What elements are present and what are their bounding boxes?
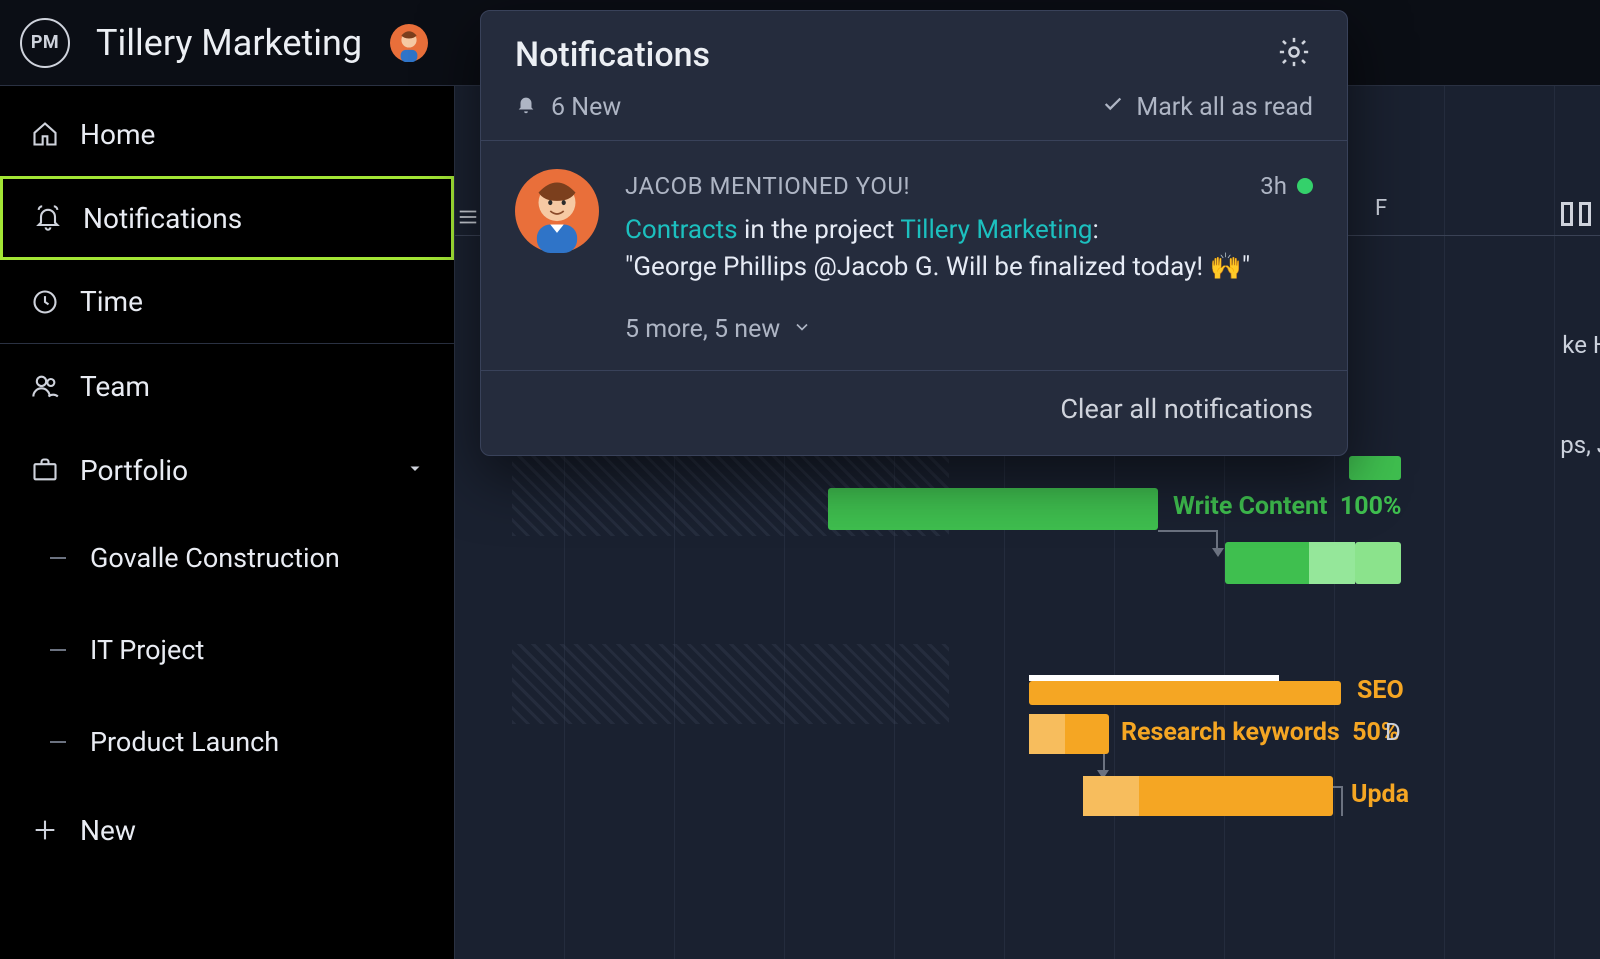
gantt-assignee-initial: D	[1385, 718, 1401, 746]
more-label: 5 more, 5 new	[625, 315, 780, 344]
unread-dot-icon	[1297, 178, 1313, 194]
notification-time: 3h	[1260, 169, 1313, 204]
user-avatar-small[interactable]	[390, 24, 428, 62]
timeline-icon[interactable]	[1558, 196, 1594, 232]
dash-icon	[50, 741, 66, 743]
app-logo-text: PM	[31, 32, 59, 53]
gantt-bar-label: Upda	[1351, 780, 1409, 809]
settings-button[interactable]	[1275, 35, 1313, 73]
notification-heading: JACOB MENTIONED YOU!	[625, 169, 910, 204]
portfolio-item-it[interactable]: IT Project	[50, 604, 454, 696]
chevron-down-icon	[406, 454, 424, 487]
plus-icon	[30, 815, 60, 845]
gear-icon	[1277, 35, 1311, 73]
mark-all-read-button[interactable]: Mark all as read	[1102, 93, 1313, 122]
gantt-bar-research[interactable]	[1029, 714, 1109, 754]
notification-body: JACOB MENTIONED YOU! 3h Contracts in the…	[625, 169, 1313, 287]
portfolio-item-label: Product Launch	[90, 726, 279, 758]
sidebar-item-label: Time	[80, 285, 143, 318]
notification-item[interactable]: JACOB MENTIONED YOU! 3h Contracts in the…	[481, 141, 1347, 309]
portfolio-item-label: IT Project	[90, 634, 204, 666]
gantt-bar-end[interactable]	[1355, 542, 1401, 584]
notification-avatar	[515, 169, 599, 253]
app-logo[interactable]: PM	[20, 18, 70, 68]
expand-more-button[interactable]: 5 more, 5 new	[481, 309, 1347, 370]
portfolio-item-label: Govalle Construction	[90, 542, 340, 574]
notification-quote: "George Phillips @Jacob G. Will be final…	[625, 252, 1250, 282]
gantt-day-col: F	[1375, 196, 1387, 221]
bell-solid-icon	[515, 93, 537, 122]
home-icon	[30, 119, 60, 149]
arrow-down-icon	[1212, 548, 1224, 557]
gantt-bar-upda[interactable]	[1083, 776, 1333, 816]
gantt-bar-write-content[interactable]	[828, 488, 1158, 530]
gantt-bar-label: Write Content 100%	[1173, 492, 1401, 521]
clear-all-button[interactable]: Clear all notifications	[481, 370, 1347, 455]
project-title[interactable]: Tillery Marketing	[96, 22, 362, 64]
gantt-connector	[1333, 786, 1343, 816]
task-link[interactable]: Contracts	[625, 215, 738, 245]
briefcase-icon	[30, 455, 60, 485]
clear-all-label: Clear all notifications	[1060, 393, 1313, 425]
gantt-group-bar[interactable]	[1349, 456, 1401, 480]
sidebar-item-time[interactable]: Time	[0, 260, 454, 344]
portfolio-item-product-launch[interactable]: Product Launch	[50, 696, 454, 788]
dash-icon	[50, 557, 66, 559]
sidebar-item-label: Portfolio	[80, 454, 188, 487]
sidebar-item-label: Team	[80, 370, 150, 403]
sidebar-item-team[interactable]: Team	[0, 344, 454, 428]
portfolio-item-govalle[interactable]: Govalle Construction	[50, 512, 454, 604]
gantt-assignee-text: ke H	[1562, 331, 1600, 359]
sidebar-item-label: Home	[80, 118, 155, 151]
new-count-label: 6 New	[551, 93, 621, 122]
notification-message: Contracts in the project Tillery Marketi…	[625, 212, 1313, 287]
avatar-icon	[515, 169, 599, 253]
gantt-group-bar[interactable]	[1029, 681, 1341, 705]
chevron-down-icon	[792, 315, 812, 344]
gantt-hatch	[512, 644, 949, 724]
avatar-icon	[390, 24, 428, 62]
sidebar-item-portfolio[interactable]: Portfolio	[0, 428, 454, 512]
bell-icon	[33, 203, 63, 233]
sidebar: Home Notifications Time Team	[0, 86, 455, 959]
sidebar-item-label: New	[80, 814, 136, 847]
gantt-bar[interactable]	[1225, 542, 1355, 584]
sidebar-item-new[interactable]: New	[0, 788, 454, 872]
gantt-assignee-text: ps, J	[1560, 431, 1600, 459]
gantt-bar-label: Research keywords 50%	[1121, 718, 1399, 747]
new-count: 6 New	[515, 93, 621, 122]
project-link[interactable]: Tillery Marketing	[900, 215, 1092, 245]
portfolio-sub-list: Govalle Construction IT Project Product …	[0, 512, 454, 788]
sidebar-item-notifications[interactable]: Notifications	[0, 176, 454, 260]
gantt-connector	[1158, 530, 1218, 550]
sidebar-item-label: Notifications	[83, 202, 242, 235]
check-icon	[1102, 93, 1124, 122]
notifications-title: Notifications	[515, 35, 710, 75]
clock-icon	[30, 287, 60, 317]
sidebar-item-home[interactable]: Home	[0, 92, 454, 176]
team-icon	[30, 371, 60, 401]
dash-icon	[50, 649, 66, 651]
gantt-bar-label: SEO	[1357, 676, 1404, 705]
notifications-panel: Notifications 6 New Mark all as read	[480, 10, 1348, 456]
notifications-header: Notifications	[481, 11, 1347, 93]
notifications-subheader: 6 New Mark all as read	[481, 93, 1347, 140]
mark-all-read-label: Mark all as read	[1136, 93, 1313, 122]
